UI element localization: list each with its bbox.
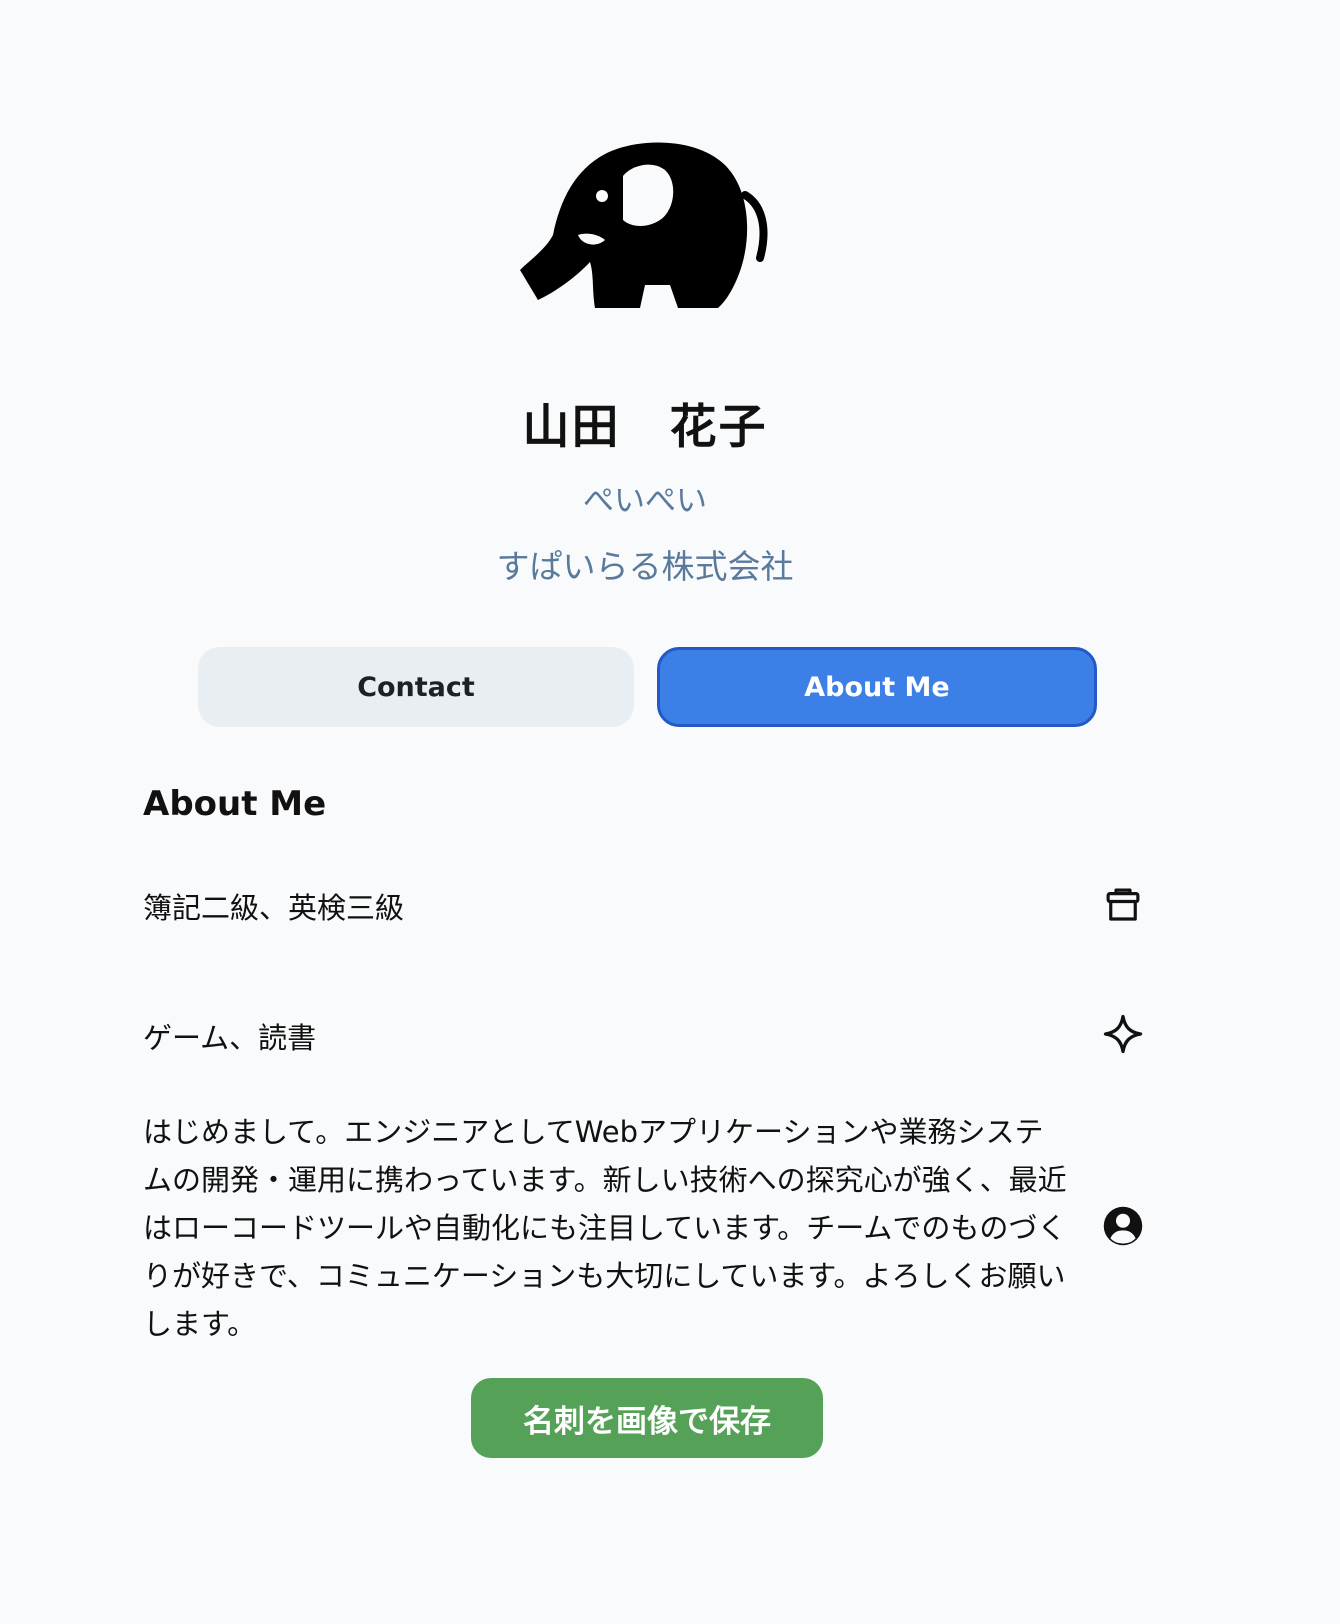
- tab-contact[interactable]: Contact: [198, 647, 634, 727]
- user-circle-icon: [1103, 1206, 1143, 1246]
- profile-nickname: ぺいぺい: [583, 483, 707, 519]
- toolbox-icon: [1106, 888, 1140, 921]
- hobbies-text: ゲーム、読書: [143, 1021, 317, 1055]
- section-title: About Me: [143, 784, 327, 824]
- bio-text: はじめまして。エンジニアとしてWebアプリケーションや業務システムの開発・運用に…: [143, 1115, 1067, 1341]
- profile-company: すぱいらる株式会社: [496, 547, 794, 586]
- tab-about-me[interactable]: About Me: [657, 647, 1097, 727]
- profile-name: 山田 花子: [522, 400, 768, 455]
- sparkle-icon: [1103, 1014, 1143, 1054]
- business-card-page: 山田 花子 ぺいぺい すぱいらる株式会社 Contact About Me Ab…: [0, 0, 1340, 1624]
- save-card-image-button[interactable]: 名刺を画像で保存: [471, 1378, 823, 1458]
- qualifications-text: 簿記二級、英検三級: [143, 891, 405, 925]
- elephant-icon: [520, 142, 768, 308]
